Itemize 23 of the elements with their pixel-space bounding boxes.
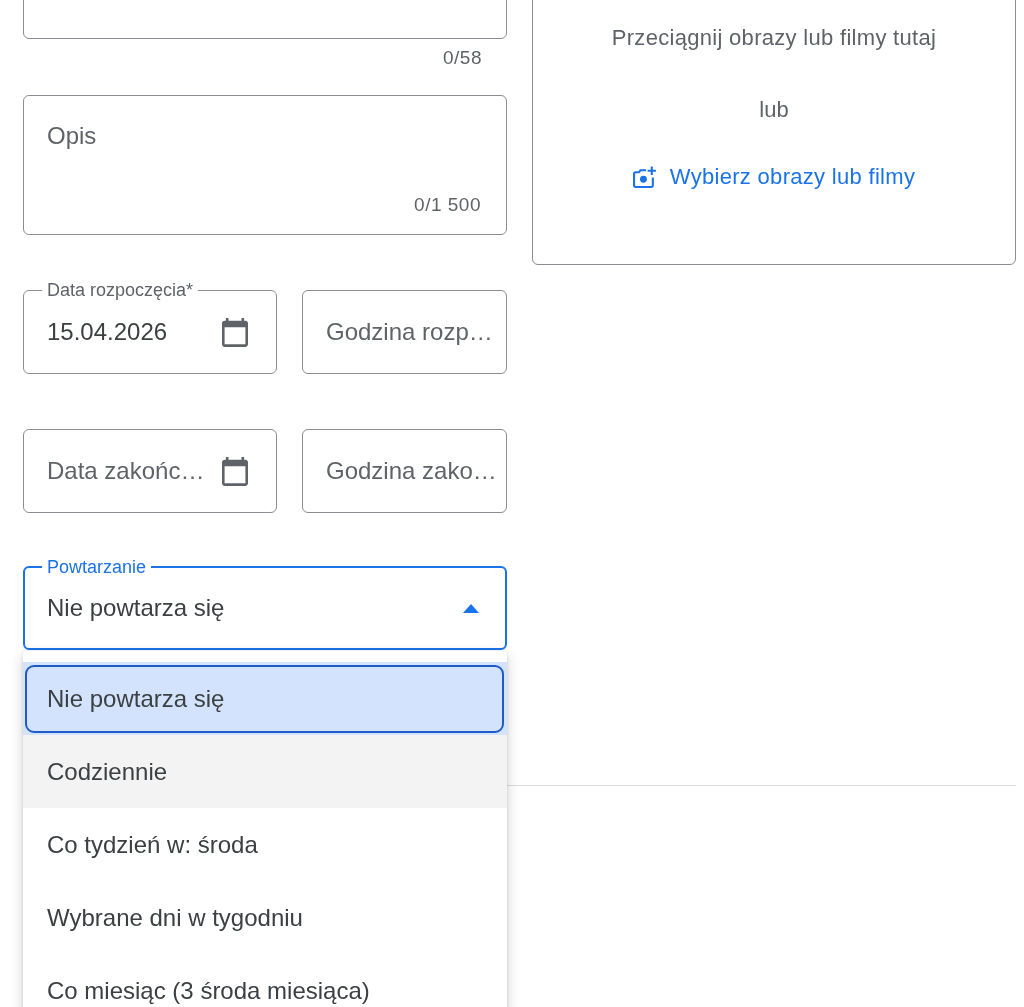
description-field[interactable]: Opis 0/1 500 xyxy=(23,95,507,235)
choose-media-button[interactable]: Wybierz obrazy lub filmy xyxy=(624,155,924,199)
time-field[interactable]: Godzina rozp… xyxy=(302,290,507,374)
character-counter: 0/58 xyxy=(443,46,482,70)
field-label: Data rozpoczęcia* xyxy=(46,281,195,299)
drop-zone[interactable]: Przeciągnij obrazy lub filmy tutaj lub Wybierz obrazy lub filmy xyxy=(532,0,1016,265)
calendar-icon[interactable] xyxy=(222,456,248,486)
character-counter: 0/1 500 xyxy=(414,193,481,217)
separator-text: lub xyxy=(759,96,789,124)
field-label: Powtarzanie xyxy=(46,558,148,576)
caret-icon xyxy=(463,603,479,613)
date-field[interactable]: Data zakońc… xyxy=(23,429,277,513)
calendar-icon[interactable] xyxy=(222,317,248,347)
menu-option[interactable]: Co miesiąc (3 środa miesiąca) xyxy=(23,954,507,1007)
menu-option[interactable]: Wybrane dni w tygodniu xyxy=(23,881,507,954)
date-field[interactable]: Data rozpoczęcia* 15.04.2026 xyxy=(23,281,277,374)
menu-option[interactable]: Nie powtarza się xyxy=(23,662,507,735)
drop-hint-text: Przeciągnij obrazy lub filmy tutaj xyxy=(611,24,937,52)
menu-option[interactable]: Codziennie xyxy=(23,735,507,808)
time-field[interactable]: Godzina zako… xyxy=(302,429,507,513)
menu-option[interactable]: Co tydzień w: środa xyxy=(23,808,507,881)
repeat-select[interactable]: Powtarzanie Nie powtarza się xyxy=(23,558,507,650)
camera-plus-icon xyxy=(632,166,657,188)
